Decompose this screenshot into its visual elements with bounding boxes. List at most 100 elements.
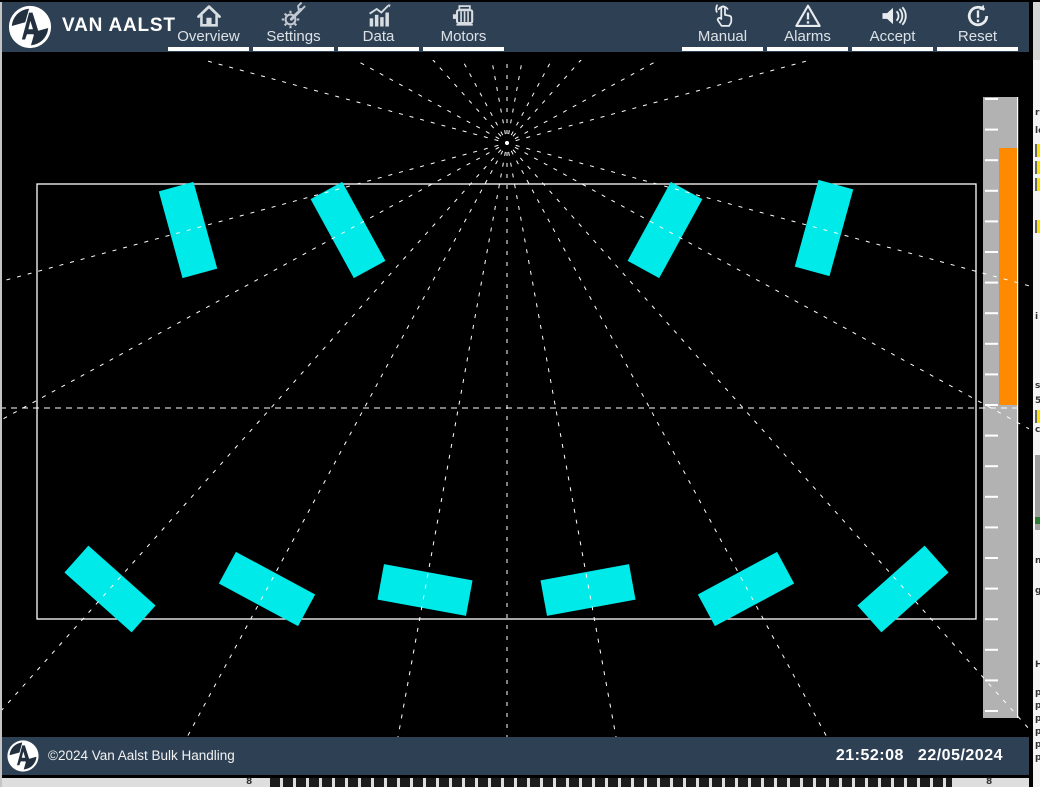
background-window-text-fragment: p [1035,701,1040,711]
nav-item-reset[interactable]: Reset [935,0,1020,52]
trimmer-bar-top-4 [795,180,853,276]
bearing-ray [0,0,1040,787]
level-gauge-tick [985,159,998,161]
nav-item-underline [767,47,848,51]
taskbar-strip: 8 8 [0,778,1029,787]
level-gauge-tick [985,251,998,253]
trimmer-bar-bottom-4 [540,564,635,616]
background-window-text-fragment: H [1035,660,1040,670]
strip-glyph-right: 8 [986,777,992,787]
nav-item-accept[interactable]: Accept [850,0,935,52]
nav-item-label: Manual [680,28,765,45]
background-window-text-fragment: gl [1035,586,1040,596]
level-gauge-tick [985,129,998,131]
hold-radar-view [0,0,1040,787]
trimmer-bar-bottom-3 [377,564,472,616]
level-gauge-tick [985,373,998,375]
date-text: 22/05/2024 [918,747,1003,764]
clock: 21:52:08 22/05/2024 [822,737,1003,775]
nav-item-manual[interactable]: Manual [680,0,765,52]
level-gauge-border [1017,97,1018,718]
nav-left-group: OverviewSettingsDataMotors [166,0,506,52]
level-gauge-tick [985,282,998,284]
level-gauge-tick [985,435,998,437]
footer: ©2024 Van Aalst Bulk Handling 21:52:08 22… [0,737,1040,787]
nav-item-label: Data [336,28,421,45]
level-gauge-tick [985,557,998,559]
level-gauge-tick [985,220,998,222]
copyright-text: ©2024 Van Aalst Bulk Handling [48,737,235,775]
strip-glyph-left: 8 [246,777,252,787]
background-window-text-fragment: p [1035,688,1040,698]
background-window-text-fragment: n [1035,556,1040,566]
background-window-text-fragment: lo [1035,126,1040,136]
trimmer-bar-top-3 [628,182,703,278]
level-gauge-tick [985,404,998,406]
level-gauge-tick [985,98,998,100]
bearing-ray [272,0,741,787]
background-window-text-fragment: p [1035,740,1040,750]
bearing-ray [272,0,741,787]
background-window-text-fragment: p [1035,714,1040,724]
background-window-text-fragment: 5 [1035,396,1040,406]
nav-item-data[interactable]: Data [336,0,421,52]
accept-speaker-icon [850,2,935,30]
brand-name: VAN AALST [62,0,176,52]
bearing-ray [0,0,1040,787]
background-window-highlight-fragment [1035,161,1040,174]
background-window-highlight-fragment [1035,220,1040,233]
background-window-text-fragment: i [1035,312,1038,322]
nav-item-underline [682,47,763,51]
window-left-edge [0,0,2,787]
top-nav: VAN AALST OverviewSettingsDataMotors Man… [0,0,1040,60]
background-window-green-mark [1035,517,1040,524]
settings-icon [251,2,336,30]
level-gauge-tick [985,649,998,651]
nav-item-label: Alarms [765,28,850,45]
trimmer-bar-bottom-5 [698,552,794,626]
background-window-top [1033,0,1040,60]
nav-item-overview[interactable]: Overview [166,0,251,52]
strip-tick-pattern [270,778,952,787]
level-gauge-tick [985,496,998,498]
nav-item-underline [253,47,334,51]
background-window-highlight-fragment [1035,410,1040,423]
nav-item-label: Overview [166,28,251,45]
alarm-warning-icon [765,2,850,30]
nav-item-motors[interactable]: Motors [421,0,506,52]
level-gauge-tick [985,312,998,314]
level-gauge-tick [985,618,998,620]
window-top-edge [0,0,1040,2]
bearing-ray [0,0,1040,486]
nav-item-alarms[interactable]: Alarms [765,0,850,52]
level-gauge-tick [985,190,998,192]
bearing-ray [0,0,1040,767]
time-text: 21:52:08 [836,747,904,764]
vanaalst-logo-icon [7,4,53,50]
background-window-text-fragment: ri [1035,108,1040,118]
motor-icon [421,2,506,30]
footer-bar: ©2024 Van Aalst Bulk Handling 21:52:08 22… [0,737,1029,775]
level-gauge-tick [985,343,998,345]
level-gauge-tick [985,526,998,528]
nav-item-label: Reset [935,28,1020,45]
nav-item-label: Settings [251,28,336,45]
data-chart-icon [336,2,421,30]
hmi-screen: VAN AALST OverviewSettingsDataMotors Man… [0,0,1040,787]
bearing-ray [0,0,1040,486]
background-window-sliver: rilois5clnglHpppppp [1029,0,1040,787]
nav-item-underline [852,47,933,51]
bearing-ray [0,0,1040,787]
nav-item-underline [423,47,504,51]
reset-icon [935,2,1020,30]
home-icon [166,2,251,30]
nav-item-settings[interactable]: Settings [251,0,336,52]
level-gauge-tick [985,710,998,712]
nav-item-underline [937,47,1018,51]
trimmer-bar-top-2 [311,182,386,278]
level-gauge-tick [985,465,998,467]
background-window-highlight-fragment [1035,178,1040,191]
background-window-highlight-fragment [1035,144,1040,157]
bearing-ray [0,0,1040,767]
nav-item-label: Motors [421,28,506,45]
